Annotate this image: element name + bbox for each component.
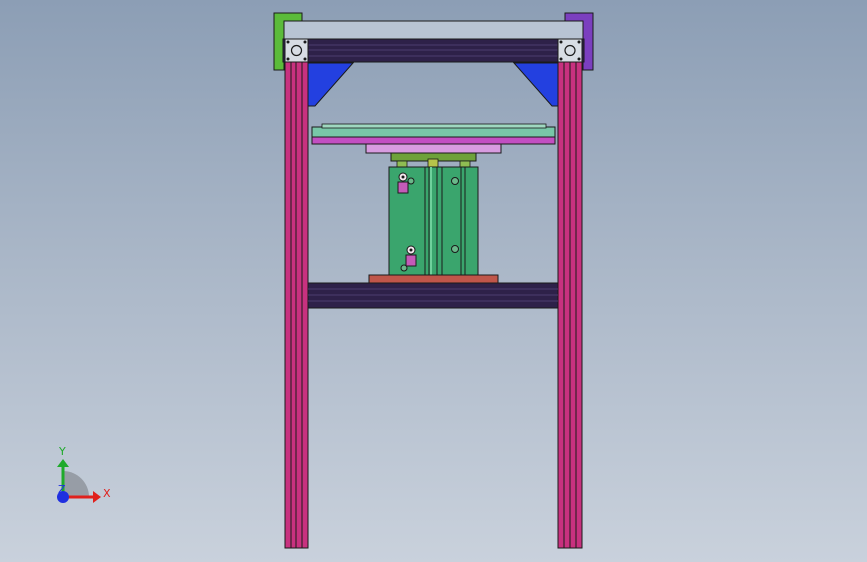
orientation-triad[interactable]: Y X Z [57,445,111,503]
fitting-upper[interactable] [397,172,409,194]
cad-viewport[interactable]: Y X Z [0,0,867,562]
upper-plate-rim [321,123,547,129]
gusset-bracket-right[interactable] [512,62,559,107]
upper-plate-magenta[interactable] [311,136,556,145]
left-post[interactable] [284,59,309,549]
top-cap-plate[interactable] [282,20,585,40]
upper-plate-top[interactable] [311,126,556,138]
screw-head-4 [400,264,408,272]
screw-head-3 [451,245,459,253]
right-post[interactable] [557,59,583,549]
screw-head-1 [407,177,415,185]
base-plate[interactable] [368,274,499,284]
screw-head-2 [451,177,459,185]
lower-beam[interactable] [307,282,559,309]
triad-y-arrow [57,459,69,467]
gusset-bracket-left[interactable] [307,62,355,107]
triad-x-label: X [103,487,111,500]
triad-z-label: Z [58,483,66,496]
cad-model-drawing[interactable]: Y X Z [0,0,867,562]
triad-x-arrow [93,491,101,503]
top-beam[interactable] [282,38,585,63]
mount-stub-center [427,158,439,168]
fitting-lower[interactable] [405,245,417,267]
profile-end-right [557,38,583,63]
triad-y-label: Y [58,445,66,458]
mount-stub-left [396,160,408,168]
mount-stub-right [459,160,471,168]
upper-plate-lilac[interactable] [365,143,502,154]
profile-end-left [284,38,309,63]
